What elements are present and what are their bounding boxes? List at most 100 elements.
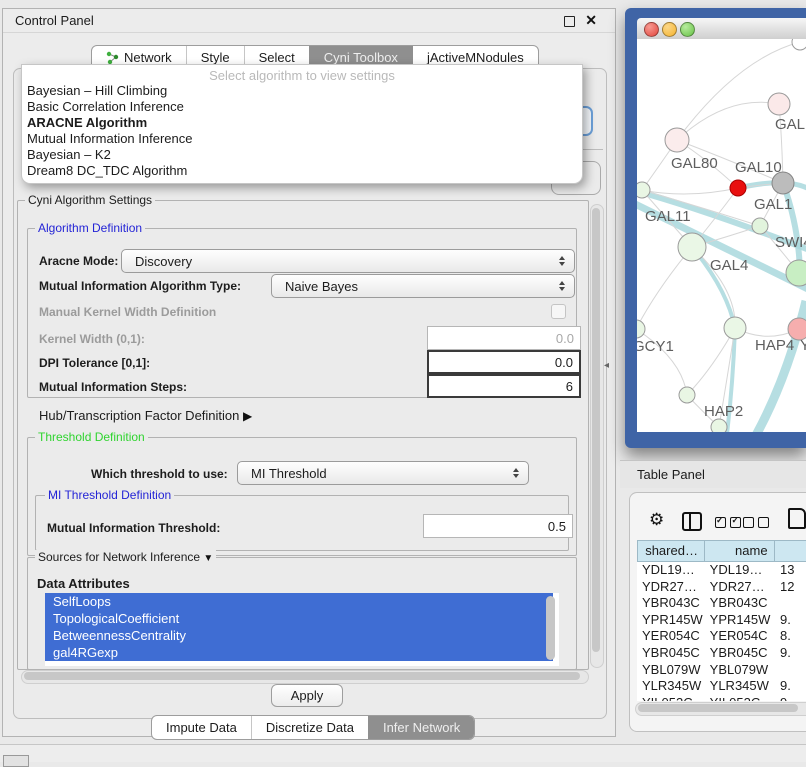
select-all-checks-icon[interactable] — [715, 515, 741, 533]
close-traffic-light[interactable] — [644, 22, 659, 37]
settings-hscrollbar[interactable] — [21, 670, 589, 684]
network-node[interactable] — [637, 182, 650, 198]
table-cell: YLR345W — [637, 678, 705, 695]
table-hscrollbar-thumb[interactable] — [638, 704, 798, 712]
network-edge[interactable] — [687, 328, 735, 395]
network-node[interactable] — [752, 218, 768, 234]
table-cell: YDL19… — [705, 562, 775, 579]
panel-collapse-handle[interactable]: ◂ — [604, 360, 609, 371]
aracne-mode-select[interactable]: Discovery — [121, 249, 575, 273]
algorithm-dropdown-popup: Select algorithm to view settings Bayesi… — [21, 64, 583, 184]
cyni-settings-legend: Cyni Algorithm Settings — [25, 193, 155, 207]
data-attribute-item[interactable]: BetweennessCentrality — [45, 627, 553, 644]
data-attribute-item[interactable]: SelfLoops — [45, 593, 553, 610]
hub-definition-toggle[interactable]: Hub/Transcription Factor Definition ▶ — [39, 408, 252, 423]
attributes-vscrollbar-thumb[interactable] — [546, 596, 555, 660]
algorithm-definition-legend: Algorithm Definition — [35, 221, 145, 235]
table-cell: 12 — [775, 579, 806, 596]
algorithm-option[interactable]: ARACNE Algorithm — [22, 115, 582, 131]
network-node-label: GAL — [775, 116, 805, 133]
network-node[interactable] — [711, 419, 727, 432]
control-panel-titlebar: Control Panel ✕ — [3, 9, 615, 33]
table-panel-header: Table Panel — [620, 460, 806, 488]
table-row[interactable]: YPR145WYPR145W9. — [637, 612, 806, 629]
table-cell: YER054C — [637, 628, 705, 645]
apply-button[interactable]: Apply — [271, 684, 343, 707]
network-node-label: GAL80 — [671, 155, 718, 172]
table-row[interactable]: YDL19…YDL19…13 — [637, 562, 806, 579]
network-node-label: Y — [800, 337, 806, 354]
table-body: YDL19…YDL19…13YDR27…YDR27…12YBR043CYBR04… — [637, 562, 806, 701]
network-edge[interactable] — [637, 247, 692, 329]
table-row[interactable]: YIL052CYIL052C9. — [637, 695, 806, 701]
network-node[interactable] — [792, 39, 806, 50]
mi-threshold-field[interactable]: 0.5 — [423, 514, 573, 538]
settings-vscrollbar[interactable] — [590, 204, 604, 668]
table-row[interactable]: YDR27…YDR27…12 — [637, 579, 806, 596]
table-row[interactable]: YBL079WYBL079W — [637, 662, 806, 679]
network-node-label: HAP4 — [755, 337, 794, 354]
table-row[interactable]: YLR345WYLR345W9. — [637, 678, 806, 695]
manual-kernel-checkbox[interactable] — [551, 304, 566, 319]
data-attribute-item[interactable]: gal4RGexp — [45, 644, 553, 661]
network-node[interactable] — [730, 180, 746, 196]
network-node[interactable] — [678, 233, 706, 261]
data-attribute-item[interactable]: TopologicalCoefficient — [45, 610, 553, 627]
algorithm-option[interactable]: Bayesian – K2 — [22, 147, 582, 163]
kernel-width-label: Kernel Width (0,1): — [39, 332, 145, 346]
close-icon[interactable]: ✕ — [585, 12, 597, 29]
algorithm-option[interactable]: Mutual Information Inference — [22, 131, 582, 147]
columns-icon[interactable] — [682, 512, 702, 531]
settings-hscrollbar-thumb[interactable] — [24, 672, 580, 680]
mi-type-select[interactable]: Naive Bayes — [271, 274, 575, 298]
network-node-label: GAL4 — [710, 257, 748, 274]
dropdown-hint: Select algorithm to view settings — [22, 65, 582, 83]
table-hscrollbar[interactable] — [635, 702, 806, 716]
clear-checks-icon[interactable] — [743, 515, 769, 533]
network-node[interactable] — [724, 317, 746, 339]
table-column-header[interactable] — [775, 541, 806, 561]
zoom-traffic-light[interactable] — [680, 22, 695, 37]
table-row[interactable]: YBR043CYBR043C — [637, 595, 806, 612]
sources-toggle[interactable]: Sources for Network Inference ▼ — [35, 550, 216, 564]
aracne-mode-label: Aracne Mode: — [39, 254, 118, 268]
tab-impute-data[interactable]: Impute Data — [152, 716, 251, 739]
network-edge[interactable] — [642, 188, 738, 194]
function-icon[interactable] — [788, 508, 806, 529]
algorithm-option[interactable]: Bayesian – Hill Climbing — [22, 83, 582, 99]
network-node[interactable] — [665, 128, 689, 152]
table-column-header[interactable]: name — [705, 541, 775, 561]
which-threshold-label: Which threshold to use: — [91, 467, 228, 481]
table-column-header[interactable]: shared… — [638, 541, 705, 561]
network-node-label: SWI4 — [775, 234, 806, 251]
network-canvas[interactable]: GALGAL80GAL10GAL11GAL1SWI4GAL4HAP4GCY1YH… — [637, 39, 806, 432]
table-cell: YBR045C — [705, 645, 775, 662]
network-graph[interactable]: GALGAL80GAL10GAL11GAL1SWI4GAL4HAP4GCY1YH… — [637, 39, 806, 432]
control-panel-title: Control Panel — [15, 13, 94, 28]
minimize-traffic-light[interactable] — [662, 22, 677, 37]
stepper-icon — [555, 281, 569, 291]
algorithm-option[interactable]: Basic Correlation Inference — [22, 99, 582, 115]
tab-discretize-data[interactable]: Discretize Data — [251, 716, 368, 739]
table-row[interactable]: YER054CYER054C8. — [637, 628, 806, 645]
table-cell: 9. — [775, 695, 806, 701]
bottom-left-widget[interactable] — [3, 755, 29, 767]
network-node[interactable] — [637, 320, 645, 338]
tab-infer-network[interactable]: Infer Network — [368, 716, 474, 739]
table-cell: YDL19… — [637, 562, 705, 579]
network-node[interactable] — [679, 387, 695, 403]
dpi-tolerance-label: DPI Tolerance [0,1]: — [39, 356, 150, 370]
float-icon[interactable] — [564, 16, 575, 27]
which-threshold-select[interactable]: MI Threshold — [237, 461, 529, 485]
network-node[interactable] — [768, 93, 790, 115]
algorithm-option[interactable]: Dream8 DC_TDC Algorithm — [22, 163, 582, 179]
gear-icon[interactable]: ⚙ — [649, 510, 664, 530]
dpi-tolerance-field[interactable]: 0.0 — [427, 350, 581, 374]
mi-steps-field[interactable]: 6 — [427, 374, 581, 398]
table-row[interactable]: YBR045CYBR045C9. — [637, 645, 806, 662]
manual-kernel-label: Manual Kernel Width Definition — [39, 305, 216, 319]
table-cell: 8. — [775, 628, 806, 645]
settings-vscrollbar-thumb[interactable] — [592, 208, 600, 652]
kernel-width-field[interactable]: 0.0 — [427, 326, 581, 350]
table-cell: YBR043C — [705, 595, 775, 612]
